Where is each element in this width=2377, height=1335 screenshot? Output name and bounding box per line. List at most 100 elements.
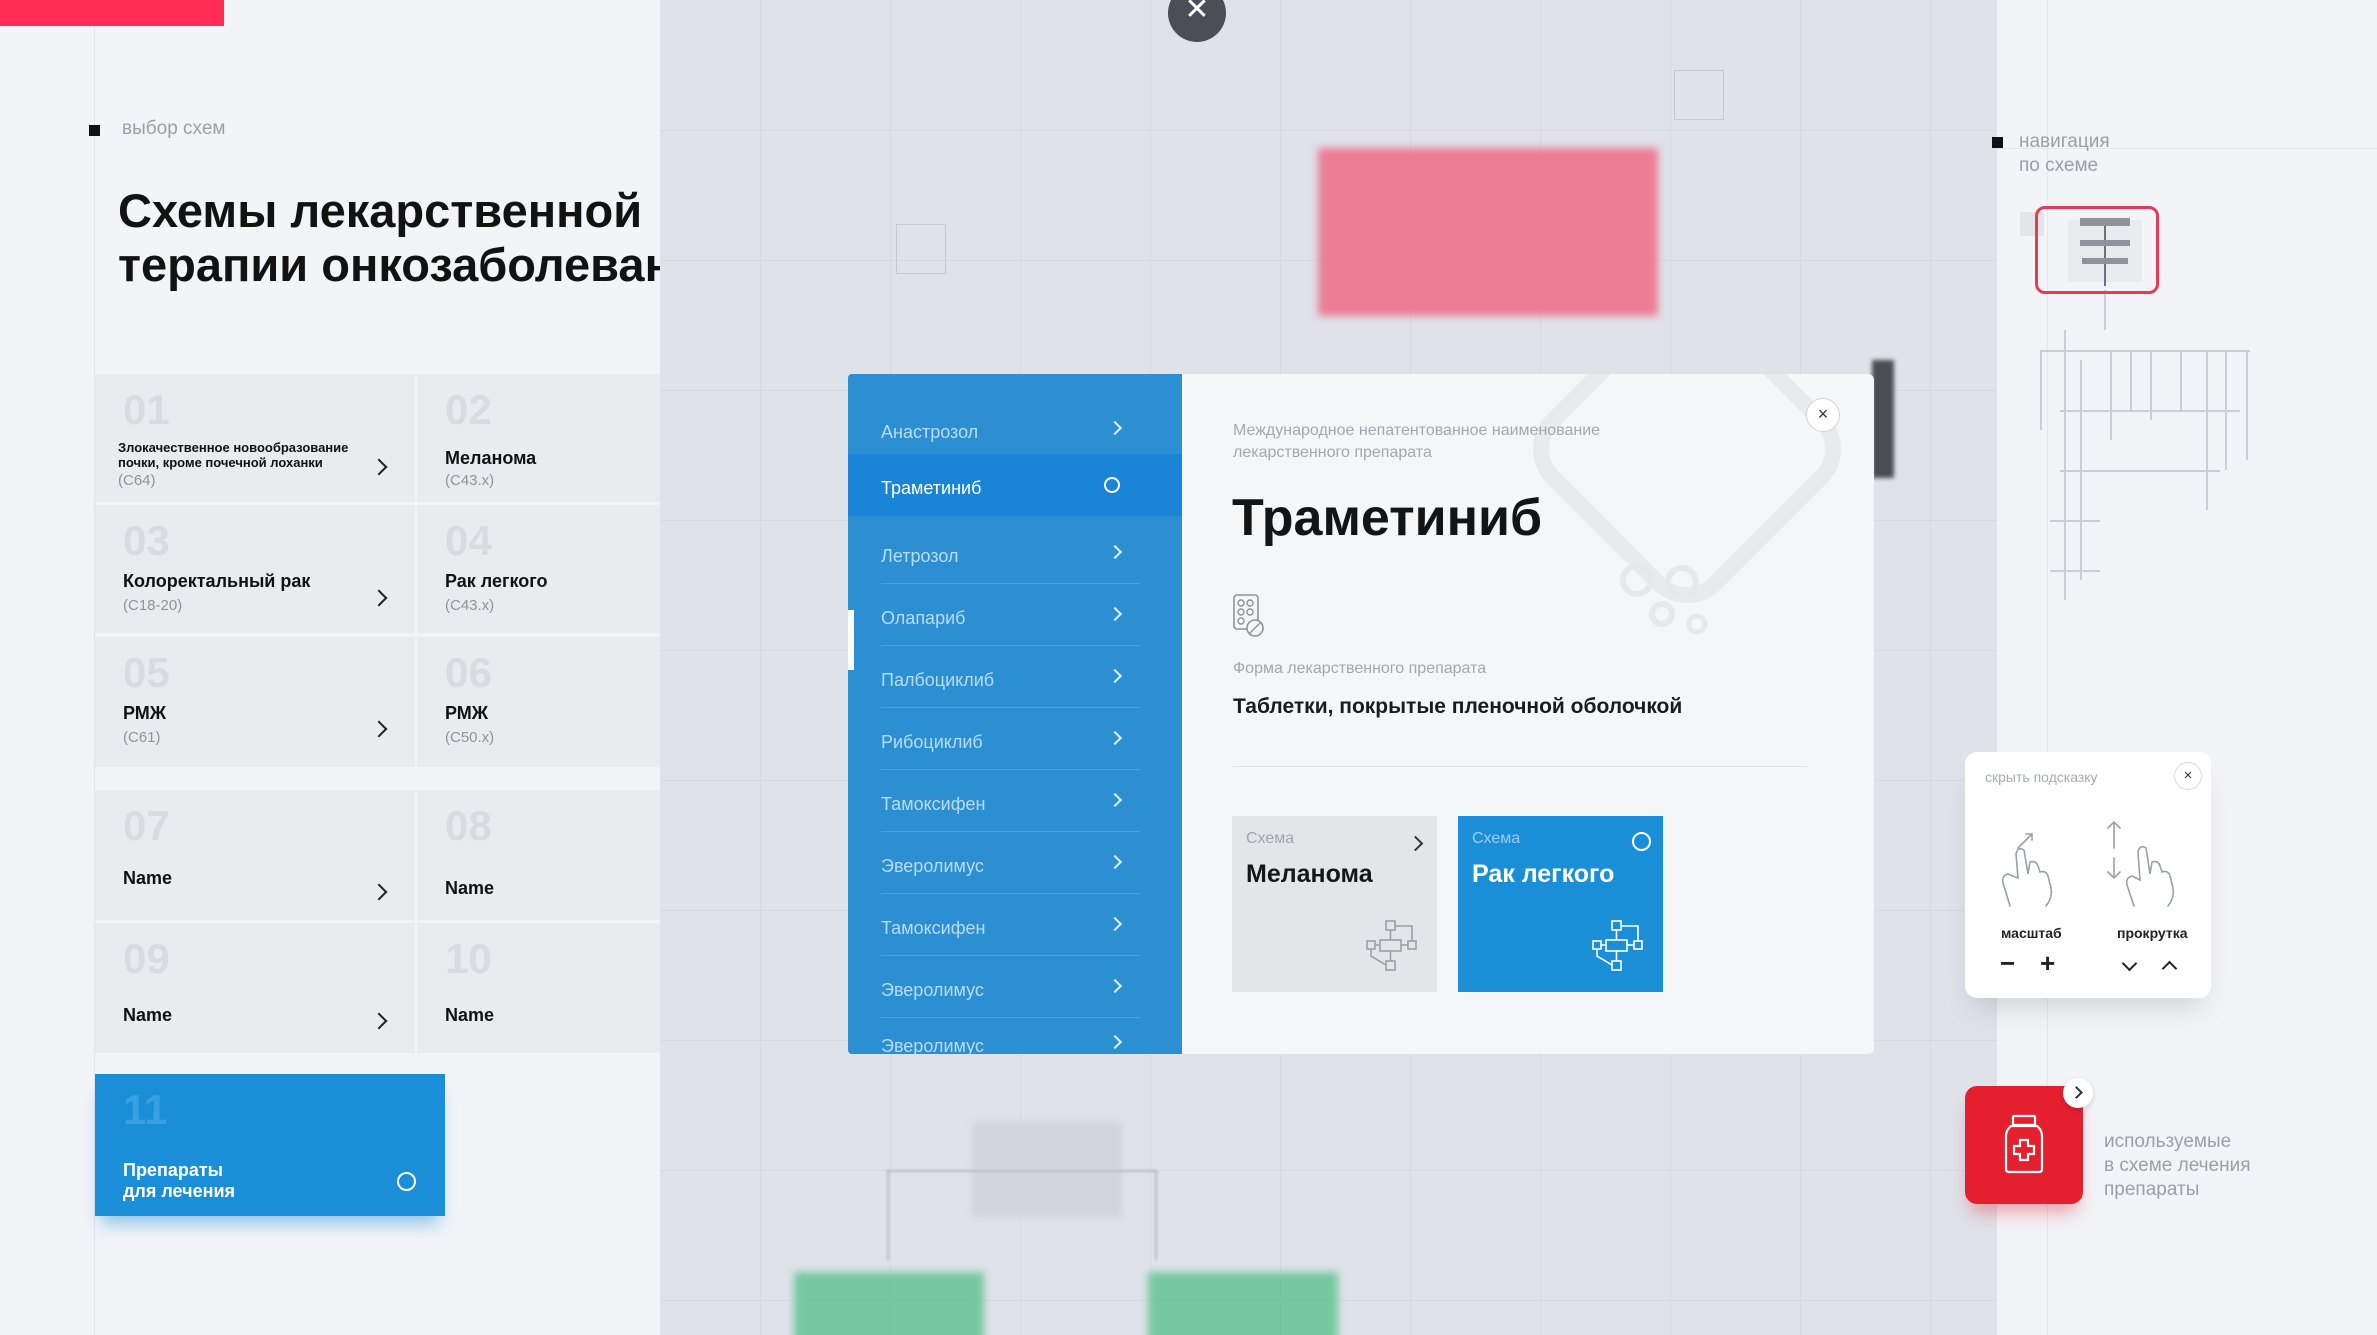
form-label: Форма лекарственного препарата xyxy=(1233,660,1487,677)
card-number: 08 xyxy=(445,802,492,849)
card-code: (C43.x) xyxy=(445,472,495,489)
drug-list-label: Эверолимус xyxy=(881,1036,984,1054)
medicine-bottle-icon xyxy=(2004,1114,2044,1174)
chevron-right-icon xyxy=(1407,835,1424,852)
swipe-gesture-icon xyxy=(2107,820,2175,907)
card-number: 03 xyxy=(123,517,170,564)
drug-list-item[interactable]: Эверолимус xyxy=(848,956,1140,1018)
card-number: 01 xyxy=(123,386,170,433)
card-number: 04 xyxy=(445,517,492,564)
chevron-right-icon xyxy=(370,720,388,738)
card-number: 09 xyxy=(123,935,170,982)
scheme-card-05[interactable]: 05 РМЖ (C61) xyxy=(95,637,415,767)
chevron-right-icon xyxy=(1107,420,1123,436)
drug-list-item[interactable]: Эверолимус xyxy=(848,832,1140,894)
zoom-out-button[interactable]: − xyxy=(2000,948,2015,979)
drug-list-label: Тамоксифен xyxy=(881,918,986,938)
scroll-label: прокрутка xyxy=(2117,925,2188,941)
drug-list: Анастрозол Траметиниб Летрозол Олапариб … xyxy=(848,374,1182,1054)
pill-blister-icon xyxy=(1233,594,1264,637)
divider xyxy=(1233,766,1807,767)
card-title: Колоректальный рак xyxy=(123,571,311,591)
card-title-line: для лечения xyxy=(123,1181,236,1201)
drug-list-label: Анастрозол xyxy=(881,422,979,442)
card-code: (C64) xyxy=(118,472,156,489)
scheme-card-07[interactable]: 07 Name xyxy=(95,790,415,920)
page-title-line: терапии онкозаболеваний xyxy=(118,238,731,291)
scheme-value: Рак легкого xyxy=(1472,860,1615,888)
drug-list-label: Рибоциклиб xyxy=(881,732,983,752)
zoom-in-button[interactable]: + xyxy=(2040,948,2055,979)
chevron-right-icon xyxy=(370,458,388,476)
card-title: Name xyxy=(123,868,173,888)
drug-list-item[interactable]: Олапариб xyxy=(848,584,1140,646)
scheme-value: Меланома xyxy=(1246,860,1373,888)
drug-list-item[interactable]: Анастрозол xyxy=(848,398,1140,460)
card-title: Злокачественное новообразование почки, к… xyxy=(118,440,349,470)
card-title: Name xyxy=(123,1005,173,1025)
drug-list-label: Тамоксифен xyxy=(881,794,986,814)
chevron-right-icon xyxy=(1107,668,1123,684)
drug-list-item[interactable]: Тамоксифен xyxy=(848,770,1140,832)
hide-hint-link[interactable]: скрыть подсказку xyxy=(1985,769,2098,785)
scheme-key: Схема xyxy=(1246,830,1295,847)
card-code: (C43.x) xyxy=(445,597,495,614)
card-number: 10 xyxy=(445,935,492,982)
drug-list-item-active[interactable]: Траметиниб xyxy=(848,454,1182,516)
scheme-link-card-selected[interactable]: Схема Рак легкого xyxy=(1458,816,1663,992)
scheme-key: Схема xyxy=(1472,830,1521,847)
drug-list-item[interactable]: Летрозол xyxy=(848,522,1140,584)
drug-name: Траметиниб xyxy=(1232,489,1543,547)
used-drugs-button[interactable] xyxy=(1965,1086,2083,1204)
card-number: 02 xyxy=(445,386,492,433)
minimap-viewport-frame[interactable] xyxy=(2035,206,2159,294)
zoom-label: масштаб xyxy=(2001,925,2062,941)
card-code: (C18-20) xyxy=(123,597,183,614)
page-title: Схемы лекарственной терапии онкозаболева… xyxy=(118,184,731,292)
chevron-right-icon xyxy=(1107,544,1123,560)
section-marker xyxy=(89,125,100,136)
section-label-line: по схеме xyxy=(2019,155,2099,176)
flowchart-icon xyxy=(1366,920,1417,971)
close-icon[interactable]: × xyxy=(1806,398,1840,432)
drugs-caption-line: используемые xyxy=(2104,1131,2232,1152)
drug-list-item[interactable]: Эверолимус xyxy=(848,1012,1140,1054)
card-title: РМЖ xyxy=(445,703,489,723)
drug-list-item[interactable]: Палбоциклиб xyxy=(848,646,1140,708)
card-number: 07 xyxy=(123,802,170,849)
section-label: навигация по схеме xyxy=(2019,130,2110,178)
flowchart-icon xyxy=(1592,920,1643,971)
drugs-card-11[interactable]: 11 Препараты для лечения xyxy=(95,1074,445,1216)
form-value: Таблетки, покрытые пленочной оболочкой xyxy=(1233,695,1683,718)
drug-list-item[interactable]: Тамоксифен xyxy=(848,894,1140,956)
drug-list-label: Палбоциклиб xyxy=(881,670,995,690)
section-label: выбор схем xyxy=(122,118,226,139)
scheme-card-03[interactable]: 03 Колоректальный рак (C18-20) xyxy=(95,505,415,633)
pinch-gesture-icon xyxy=(2001,833,2053,907)
card-title: Рак легкого xyxy=(445,571,548,591)
card-title: Меланома xyxy=(445,448,537,468)
card-title-line: Препараты xyxy=(123,1160,224,1180)
card-code: (C50.x) xyxy=(445,729,495,746)
scheme-link-card[interactable]: Схема Меланома xyxy=(1232,816,1437,992)
page-title-line: Схемы лекарственной xyxy=(118,184,643,237)
card-title: Name xyxy=(445,1005,495,1025)
scrollbar[interactable] xyxy=(848,610,854,670)
section-marker xyxy=(1992,137,2003,148)
expand-arrow-button[interactable] xyxy=(2063,1078,2093,1108)
chevron-right-icon xyxy=(2070,1086,2083,1099)
scheme-card-09[interactable]: 09 Name xyxy=(95,923,415,1053)
drug-list-item[interactable]: Рибоциклиб xyxy=(848,708,1140,770)
drug-list-label: Олапариб xyxy=(881,608,966,628)
chevron-right-icon xyxy=(370,589,388,607)
drugs-caption-line: препараты xyxy=(2104,1179,2200,1200)
drug-list-label: Эверолимус xyxy=(881,856,984,876)
close-icon[interactable]: × xyxy=(2174,762,2202,790)
chevron-right-icon xyxy=(1107,916,1123,932)
drug-list-label: Летрозол xyxy=(881,546,959,566)
chevron-right-icon xyxy=(1107,978,1123,994)
drugs-caption: используемые в схеме лечения препараты xyxy=(2104,1130,2251,1202)
chevron-right-icon xyxy=(370,1012,388,1030)
scheme-card-01[interactable]: 01 Злокачественное новообразование почки… xyxy=(95,374,415,502)
chevron-right-icon xyxy=(1107,606,1123,622)
